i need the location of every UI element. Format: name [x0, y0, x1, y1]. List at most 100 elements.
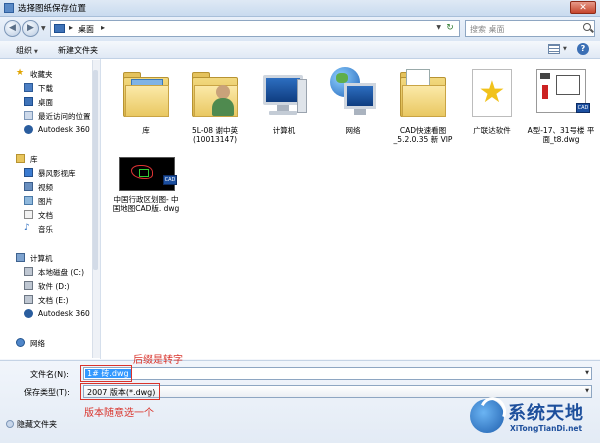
drive-icon [24, 281, 33, 290]
help-icon[interactable]: ? [577, 43, 589, 55]
nav-item-label: 图片 [38, 197, 53, 206]
chevron-down-icon[interactable]: ▼ [585, 370, 589, 376]
computer-icon [16, 253, 25, 262]
network-icon [16, 338, 25, 347]
chevron-right-icon[interactable]: ▸ [101, 23, 105, 32]
folder-icon [394, 65, 452, 123]
logo-url: XiTongTianDi.net [510, 424, 583, 433]
navigation-pane: ★ 收藏夹 下载 桌面 最近访问的位置 Autodesk 360 库 暴风影视库 [0, 59, 101, 359]
file-item-computer[interactable]: 计算机 [249, 65, 319, 135]
nav-item-label: 网络 [30, 339, 45, 348]
file-label: CAD快速看图 _5.2.0.35 新 VIP [393, 126, 453, 144]
title-bar: 选择图纸保存位置 ✕ [0, 0, 600, 17]
nav-item-label: Autodesk 360 [38, 309, 90, 318]
dwg-thumbnail-icon: CAD [117, 151, 177, 209]
close-button[interactable]: ✕ [570, 1, 596, 14]
breadcrumb-desktop[interactable]: 桌面 [78, 24, 94, 35]
nav-item-label: 文档 (E:) [38, 296, 69, 305]
logo-name: 系统天地 [508, 403, 584, 424]
network-icon [324, 65, 382, 123]
library-folder-icon [117, 65, 175, 123]
star-icon: ★ [16, 68, 25, 78]
file-list: 库 5L-08 谢中英 (10013147) 计算机 网络 CAD快速看图 _5… [101, 59, 600, 359]
file-item-library[interactable]: 库 [111, 65, 181, 135]
library-icon [16, 154, 25, 163]
chevron-down-icon[interactable]: ▼ [563, 46, 567, 52]
window-title: 选择图纸保存位置 [18, 4, 87, 14]
filename-input[interactable]: 1# 砖.dwg ▼ [83, 367, 592, 380]
annotation-suffix-note: 后缀是转字 [133, 355, 183, 366]
toolbar: 组织 ▼ 新建文件夹 ▼ ? [0, 41, 600, 59]
user-folder-icon [186, 65, 244, 123]
video-icon [24, 182, 33, 191]
organize-label: 组织 [16, 46, 32, 55]
search-icon[interactable] [583, 23, 591, 31]
watermark-logo: 系统天地 XiTongTianDi.net [470, 395, 596, 439]
forward-button[interactable]: ▶ [22, 20, 39, 37]
star-shortcut-icon: ★ [463, 65, 521, 123]
file-item-user-folder[interactable]: 5L-08 谢中英 (10013147) [180, 65, 250, 144]
refresh-icon[interactable]: ↻ [443, 23, 457, 34]
logo-icon [470, 399, 504, 433]
search-input[interactable]: 搜索 桌面 [465, 20, 595, 37]
document-icon [24, 210, 33, 219]
address-box[interactable]: ▸ 桌面 ▸ ▼ ↻ [50, 20, 460, 37]
nav-item-label: 库 [30, 155, 38, 164]
desktop-icon [24, 97, 33, 106]
autodesk-icon [24, 309, 33, 318]
filename-label: 文件名(N): [30, 370, 69, 379]
nav-item-label: 收藏夹 [30, 70, 53, 79]
file-label: 广联达软件 [473, 126, 511, 135]
file-label: 计算机 [272, 126, 296, 135]
autodesk-icon [24, 125, 33, 134]
drive-icon [24, 295, 33, 304]
nav-item-label: 最近访问的位置 [38, 112, 91, 121]
file-item-dwg-china-map[interactable]: CAD 中国行政区划图- 中国地图CAD版. dwg [111, 151, 181, 213]
highlight-box-save-type [80, 383, 160, 400]
video-library-icon [24, 168, 33, 177]
nav-item-label: 音乐 [38, 225, 53, 234]
file-item-network[interactable]: 网络 [318, 65, 388, 135]
save-dialog: 选择图纸保存位置 ✕ ◀ ▶ ▼ ▸ 桌面 ▸ ▼ ↻ 搜索 桌面 组织 ▼ 新建… [0, 0, 600, 443]
desktop-icon [54, 24, 65, 33]
nav-item-label: Autodesk 360 [38, 125, 90, 134]
annotation-version-note: 版本随意选一个 [84, 408, 154, 419]
view-options-icon[interactable] [548, 44, 560, 54]
file-label: 网络 [345, 126, 361, 135]
new-folder-button[interactable]: 新建文件夹 [58, 45, 98, 56]
back-button[interactable]: ◀ [4, 20, 21, 37]
music-icon: ♪ [24, 223, 30, 233]
history-dropdown-icon[interactable]: ▼ [41, 25, 46, 32]
file-item-glodon[interactable]: ★ 广联达软件 [457, 65, 527, 135]
search-placeholder: 搜索 桌面 [470, 25, 505, 34]
chevron-down-icon: ▼ [34, 49, 38, 55]
drive-icon [24, 267, 33, 276]
dwg-thumbnail-icon: CAD [532, 65, 590, 123]
app-icon [4, 3, 14, 13]
hide-folders-button[interactable]: 隐藏文件夹 [6, 419, 57, 430]
file-label: 5L-08 谢中英 (10013147) [192, 126, 238, 144]
file-item-dwg-floorplan[interactable]: CAD A型-17、31号楼 平面_t8.dwg [526, 65, 596, 144]
organize-button[interactable]: 组织 ▼ [16, 45, 38, 56]
nav-item-label: 暴风影视库 [38, 169, 76, 178]
nav-item-label: 下载 [38, 84, 53, 93]
chevron-right-icon[interactable]: ▸ [69, 23, 73, 32]
file-label: 库 [142, 126, 150, 135]
computer-icon [255, 65, 313, 123]
nav-item-label: 文档 [38, 211, 53, 220]
file-item-cad-folder[interactable]: CAD快速看图 _5.2.0.35 新 VIP [388, 65, 458, 144]
save-type-label: 保存类型(T): [24, 388, 70, 397]
nav-item-label: 视频 [38, 183, 53, 192]
hide-folders-label: 隐藏文件夹 [17, 420, 57, 429]
chevron-down-icon[interactable]: ▼ [436, 24, 441, 31]
nav-scrollbar-thumb[interactable] [93, 70, 98, 270]
highlight-box-filename [80, 365, 132, 382]
recent-icon [24, 111, 33, 120]
chevron-down-icon[interactable]: ▼ [585, 388, 589, 394]
chevron-up-icon [6, 420, 14, 428]
picture-icon [24, 196, 33, 205]
nav-item-label: 本地磁盘 (C:) [38, 268, 84, 277]
address-bar: ◀ ▶ ▼ ▸ 桌面 ▸ ▼ ↻ 搜索 桌面 [0, 17, 600, 41]
download-icon [24, 83, 33, 92]
file-label: A型-17、31号楼 平面_t8.dwg [527, 126, 595, 144]
